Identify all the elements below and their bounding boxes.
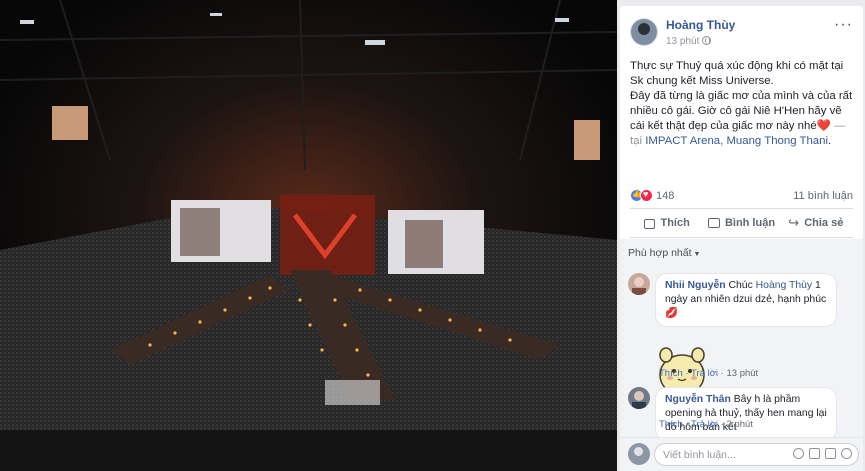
like-label: Thích bbox=[660, 217, 690, 229]
comments-section: Phù hợp nhất ▼ Nhii Nguyễn Chúc Hoàng Thù… bbox=[620, 239, 863, 471]
sticker-icon[interactable] bbox=[841, 448, 852, 459]
reaction-stats: 148 11 bình luận bbox=[630, 188, 853, 206]
commenter-name[interactable]: Nguyễn Thân bbox=[665, 394, 731, 405]
comment-reply-link[interactable]: Trả lời bbox=[691, 419, 718, 430]
comment-filter-dropdown[interactable]: Phù hợp nhất ▼ bbox=[628, 247, 700, 259]
comment-icon bbox=[707, 218, 720, 228]
comment-input-placeholder: Viết bình luận... bbox=[663, 449, 736, 461]
location-link[interactable]: IMPACT Arena, Muang Thong Thani bbox=[645, 135, 828, 147]
share-label: Chia sẻ bbox=[804, 217, 844, 229]
gif-icon[interactable] bbox=[825, 448, 836, 459]
comment-bubble: Nhii Nguyễn Chúc Hoàng Thùy 1 ngày an nh… bbox=[655, 273, 837, 327]
post-time-text[interactable]: 13 phút bbox=[666, 36, 699, 47]
camera-icon[interactable] bbox=[809, 448, 820, 459]
arena-photo-image bbox=[0, 0, 617, 471]
commenter-photo bbox=[628, 387, 650, 409]
post-text-line-2: Đây đã từng là giấc mơ của mình và của r… bbox=[630, 89, 856, 149]
comment-button[interactable]: Bình luận bbox=[704, 209, 778, 237]
post-timestamp: 13 phút bbox=[666, 36, 712, 47]
globe-icon bbox=[702, 36, 712, 45]
more-options-icon[interactable]: ··· bbox=[834, 16, 853, 34]
commenter-avatar[interactable] bbox=[628, 273, 650, 295]
post-photo[interactable] bbox=[0, 0, 617, 471]
love-reaction-icon bbox=[640, 189, 653, 202]
post-text-period: . bbox=[827, 135, 832, 147]
post-actions: Thích Bình luận ↪ Chia sẻ bbox=[630, 208, 853, 238]
current-user-avatar bbox=[628, 443, 650, 465]
comment-count[interactable]: 11 bình luận bbox=[793, 190, 853, 202]
like-button[interactable]: Thích bbox=[630, 209, 704, 237]
commenter-avatar[interactable] bbox=[628, 387, 650, 409]
author-name[interactable]: Hoàng Thùy bbox=[666, 18, 735, 32]
comment-filter-label: Phù hợp nhất bbox=[628, 247, 692, 259]
comment-reply-link[interactable]: Trả lời bbox=[691, 368, 718, 379]
author-avatar[interactable] bbox=[630, 18, 658, 46]
commenter-name[interactable]: Nhii Nguyễn bbox=[665, 280, 726, 291]
post-text: Thực sự Thuỷ quá xúc động khi có mặt tại… bbox=[630, 59, 856, 149]
share-button[interactable]: ↪ Chia sẻ bbox=[779, 209, 853, 237]
comment-item: Nguyễn Thân Bây h là phầm opening hả thu… bbox=[628, 387, 857, 441]
post-text-line-1: Thực sự Thuỷ quá xúc động khi có mặt tại… bbox=[630, 60, 844, 87]
comment-bubble: Nguyễn Thân Bây h là phầm opening hả thu… bbox=[655, 387, 837, 441]
share-icon: ↪ bbox=[788, 215, 800, 230]
reaction-count[interactable]: 148 bbox=[656, 190, 674, 202]
caret-down-icon: ▼ bbox=[693, 251, 701, 258]
comment-like-link[interactable]: Thích bbox=[659, 419, 683, 430]
post-panel: Hoàng Thùy 13 phút ··· Thực sự Thuỷ quá … bbox=[620, 6, 863, 471]
comment-meta: Thích · Trả lời · 2 phút bbox=[659, 419, 753, 430]
composer-icons bbox=[793, 448, 852, 459]
comment-item: Nhii Nguyễn Chúc Hoàng Thùy 1 ngày an nh… bbox=[628, 273, 857, 396]
comment-text-before: Chúc bbox=[725, 280, 756, 291]
commenter-photo bbox=[628, 273, 650, 295]
heart-emoji-icon: ❤️ bbox=[816, 120, 831, 132]
mention-link[interactable]: Hoàng Thùy bbox=[756, 280, 812, 291]
thumbs-up-icon bbox=[644, 219, 656, 229]
comment-like-link[interactable]: Thích bbox=[659, 368, 683, 379]
comment-composer: Viết bình luận... bbox=[620, 437, 863, 471]
post-header: Hoàng Thùy 13 phút ··· bbox=[630, 16, 853, 56]
comment-time[interactable]: 13 phút bbox=[727, 368, 759, 379]
emoji-icon[interactable] bbox=[793, 448, 804, 459]
comment-time[interactable]: 2 phút bbox=[727, 419, 753, 430]
comment-meta: Thích · Trả lời · 13 phút bbox=[659, 368, 759, 379]
comment-input[interactable]: Viết bình luận... bbox=[654, 443, 859, 466]
comment-label: Bình luận bbox=[724, 217, 776, 229]
